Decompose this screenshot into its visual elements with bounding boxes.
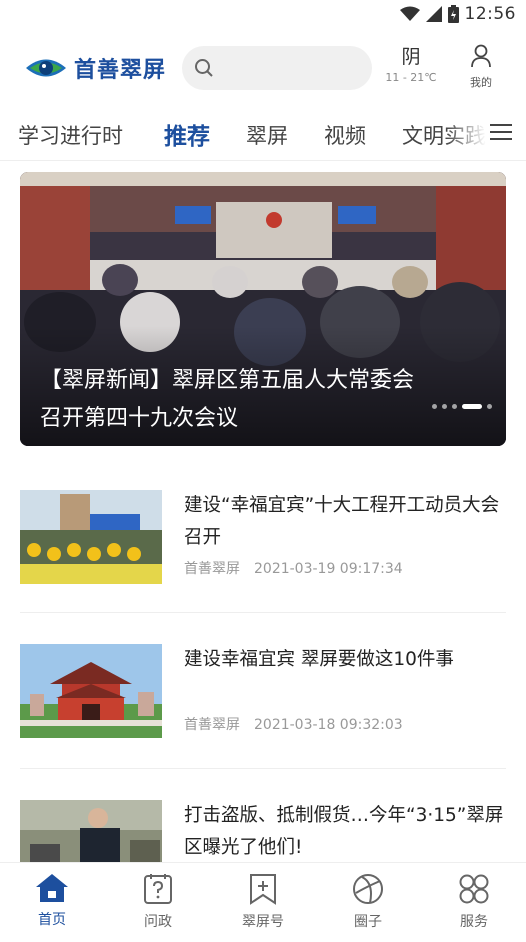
nav-wenzheng-label: 问政	[144, 914, 172, 930]
search-icon	[195, 59, 213, 77]
signal-icon	[425, 6, 442, 22]
nav-cuipinghao-label: 翠屏号	[242, 914, 284, 930]
news-source: 首善翠屏	[184, 717, 240, 733]
banner-carousel[interactable]: 【翠屏新闻】翠屏区第五届人大常委会召开第四十九次会议	[20, 172, 506, 446]
status-bar: 12:56	[0, 0, 526, 30]
news-item[interactable]: 建设“幸福宜宾”十大工程开工动员大会召开 首善翠屏 2021-03-19 09:1…	[20, 490, 506, 630]
grid-icon	[459, 874, 489, 904]
weather-widget[interactable]: 阴 11 - 21℃	[384, 44, 438, 86]
divider	[0, 160, 526, 161]
nav-home[interactable]: 首页	[12, 873, 92, 929]
carousel-dot	[442, 404, 447, 409]
weather-temperature: 11 - 21℃	[385, 71, 437, 84]
tab-video[interactable]: 视频	[324, 120, 366, 150]
news-thumbnail	[20, 490, 162, 584]
nav-quanzi[interactable]: 圈子	[328, 873, 408, 931]
carousel-dot-active	[462, 404, 482, 409]
news-title: 建设幸福宜宾 翠屏要做这10件事	[184, 649, 454, 670]
carousel-dot	[452, 404, 457, 409]
bottom-nav: 首页 问政 翠屏号 圈子 服务	[0, 862, 526, 942]
mine-label: 我的	[470, 76, 492, 89]
nav-fuwu[interactable]: 服务	[434, 873, 514, 931]
tab-study[interactable]: 学习进行时	[18, 120, 123, 150]
news-meta: 首善翠屏 2021-03-19 09:17:34	[184, 558, 403, 578]
logo-text: 首善翠屏	[74, 57, 167, 83]
news-title: 打击盗版、抵制假货…今年“3·15”翠屏区曝光了他们!	[184, 805, 504, 858]
divider	[20, 768, 506, 769]
tab-menu-icon[interactable]	[490, 124, 512, 145]
nav-home-label: 首页	[38, 912, 66, 928]
status-icons: 12:56	[399, 4, 517, 24]
search-box[interactable]	[182, 46, 372, 90]
bookmark-plus-icon	[250, 874, 276, 905]
nav-cuipinghao[interactable]: 翠屏号	[223, 873, 303, 931]
battery-icon	[447, 5, 459, 23]
logo-eye-icon	[26, 59, 66, 77]
news-time: 2021-03-19 09:17:34	[254, 561, 403, 577]
weather-condition: 阴	[401, 46, 421, 68]
app-logo[interactable]: 首善翠屏	[24, 52, 166, 84]
mine-button[interactable]: 我的	[464, 44, 498, 90]
carousel-indicator	[432, 404, 492, 409]
nav-fuwu-label: 服务	[460, 914, 488, 930]
news-thumbnail	[20, 644, 162, 738]
carousel-dot	[487, 404, 492, 409]
news-title: 建设“幸福宜宾”十大工程开工动员大会召开	[184, 495, 500, 548]
circle-icon	[353, 874, 383, 904]
nav-quanzi-label: 圈子	[354, 914, 382, 930]
news-item[interactable]: 建设幸福宜宾 翠屏要做这10件事 首善翠屏 2021-03-18 09:32:03	[20, 644, 506, 784]
question-icon	[144, 874, 172, 904]
search-input[interactable]	[220, 54, 360, 82]
news-thumbnail	[20, 800, 162, 862]
banner-title[interactable]: 【翠屏新闻】翠屏区第五届人大常委会召开第四十九次会议	[40, 362, 420, 438]
divider	[20, 612, 506, 613]
tab-recommend[interactable]: 推荐	[164, 117, 210, 151]
home-icon	[36, 874, 68, 902]
wifi-icon	[399, 6, 420, 21]
user-icon	[471, 44, 491, 68]
header: 首善翠屏 阴 11 - 21℃ 我的	[0, 38, 526, 98]
news-meta: 首善翠屏 2021-03-18 09:32:03	[184, 714, 403, 734]
news-source: 首善翠屏	[184, 561, 240, 577]
tab-cuiping[interactable]: 翠屏	[246, 120, 288, 150]
news-time: 2021-03-18 09:32:03	[254, 717, 403, 733]
carousel-dot	[432, 404, 437, 409]
news-item[interactable]: 打击盗版、抵制假货…今年“3·15”翠屏区曝光了他们!	[20, 800, 506, 862]
nav-wenzheng[interactable]: 问政	[118, 873, 198, 931]
status-time: 12:56	[464, 4, 516, 24]
channel-tabs: 学习进行时 推荐 翠屏 视频 文明实践	[0, 106, 526, 162]
